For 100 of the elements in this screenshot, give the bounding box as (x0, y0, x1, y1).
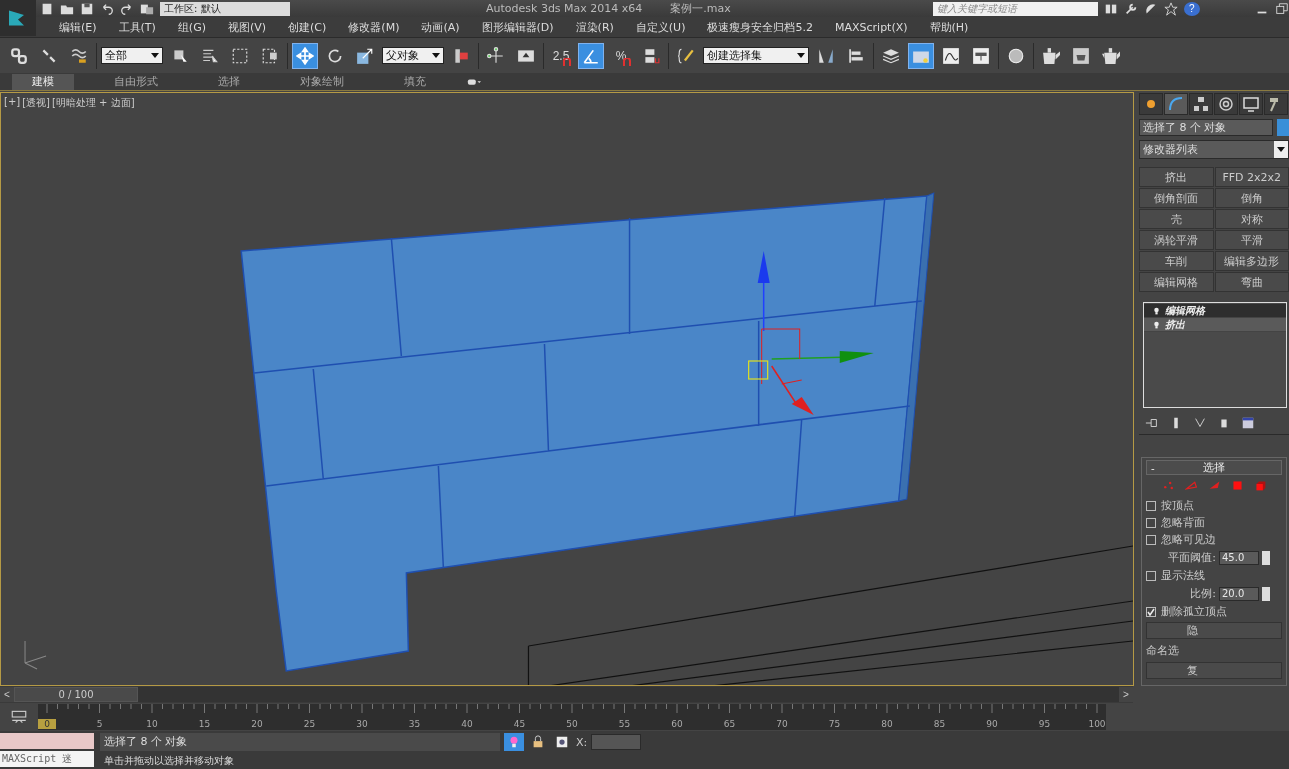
spinner-arrows[interactable] (1262, 550, 1270, 565)
modifier-button[interactable]: FFD 2x2x2 (1214, 167, 1289, 187)
track-bar[interactable]: 0 5 10 15 20 25 30 35 40 45 50 55 60 65 70 75 80 85 90 95 100 (38, 704, 1106, 730)
checkbox-option[interactable]: 显示法线 (1146, 569, 1282, 582)
frame-number: 15 (197, 719, 212, 729)
workspace-dropdown[interactable]: 工作区: 默认 (160, 1, 290, 16)
copy-button[interactable]: 复 (1146, 662, 1282, 679)
dropdown-field[interactable]: 全部 (101, 47, 163, 64)
panel-tab[interactable] (1139, 93, 1163, 115)
modifier-button[interactable]: 平滑 (1214, 230, 1289, 250)
checkbox[interactable] (1146, 606, 1156, 617)
panel-tab[interactable] (1189, 93, 1213, 115)
modifier-button[interactable]: 编辑多边形 (1214, 251, 1289, 271)
checkbox[interactable] (1146, 500, 1156, 511)
dropdown-field[interactable]: 父对象 (382, 47, 444, 64)
ribbon-tab[interactable]: 自由形式 (94, 73, 178, 90)
wrench-icon[interactable] (1123, 1, 1138, 16)
spinner-field[interactable]: 45.0 (1219, 550, 1259, 565)
lock-icon (531, 735, 545, 749)
checkbox-option[interactable]: 忽略可见边 (1146, 533, 1282, 546)
object-color-swatch[interactable] (1277, 119, 1289, 136)
menu-item[interactable]: 渲染(R) (564, 19, 625, 35)
checkbox-option[interactable]: 删除孤立顶点 (1146, 605, 1282, 618)
modifier-button[interactable]: 倒角 (1214, 188, 1289, 208)
polygon-icon[interactable] (1230, 479, 1244, 492)
modifier-button[interactable]: 挤出 (1139, 167, 1214, 187)
make-unique-icon[interactable] (1193, 416, 1207, 430)
configure-sets-icon[interactable] (1241, 416, 1255, 430)
save-icon[interactable] (80, 1, 94, 16)
bulb-icon[interactable] (1152, 305, 1161, 316)
spinner-arrows[interactable] (1262, 586, 1270, 601)
modifier-button[interactable]: 弯曲 (1214, 272, 1289, 292)
stack-item[interactable]: 挤出 (1144, 318, 1286, 332)
menu-item[interactable]: 图形编辑器(D) (470, 19, 565, 35)
modifier-button[interactable]: 对称 (1214, 209, 1289, 229)
stack-item[interactable]: 编辑网格 (1144, 304, 1286, 318)
modifier-button[interactable]: 车削 (1139, 251, 1214, 271)
frame-number: 50 (565, 719, 579, 729)
menu-item[interactable]: 帮助(H) (918, 19, 980, 35)
bulb-icon[interactable] (1152, 319, 1161, 330)
modifier-button[interactable]: 涡轮平滑 (1139, 230, 1214, 250)
modifier-button[interactable]: 编辑网格 (1139, 272, 1214, 292)
checkbox[interactable] (1146, 570, 1156, 581)
modifier-button[interactable]: 倒角剖面 (1139, 188, 1214, 208)
checkbox[interactable] (1146, 517, 1156, 528)
crosshair-icon (555, 735, 569, 749)
time-slider-track[interactable]: 0 / 100 (14, 687, 1119, 702)
next-frame-button[interactable]: > (1119, 687, 1133, 702)
panel-tab[interactable] (1214, 93, 1238, 115)
selection-lock-toggle[interactable] (504, 733, 524, 751)
panel-tab[interactable] (1239, 93, 1263, 115)
curve-editor-toggle-icon[interactable] (10, 708, 28, 726)
panel-tab[interactable] (1264, 93, 1288, 115)
perspective-viewport[interactable]: [+] [透视] [明暗处理 + 边面] (0, 92, 1134, 686)
viewport-label[interactable]: [明暗处理 + 边面] (52, 96, 135, 110)
star-icon[interactable] (1163, 1, 1178, 16)
dropdown-field[interactable]: 创建选择集 (703, 47, 809, 64)
ribbon-tab[interactable]: 建模 (12, 73, 74, 90)
viewport-label[interactable]: [透视] (22, 96, 50, 110)
menu-item[interactable]: 编辑(E) (48, 19, 108, 35)
checkbox-option[interactable]: 忽略背面 (1146, 516, 1282, 529)
undo-icon[interactable] (100, 1, 114, 16)
menu-item[interactable]: 创建(C) (277, 19, 338, 35)
menu-item[interactable]: 自定义(U) (624, 19, 697, 35)
listener-output-field[interactable]: MAXScript 迷 (0, 751, 94, 767)
restore-icon[interactable] (1275, 1, 1289, 16)
spinner-field[interactable]: 20.0 (1219, 586, 1259, 601)
listener-input-field[interactable] (0, 733, 94, 749)
pin-icon[interactable] (1145, 416, 1159, 430)
menu-item[interactable]: MAXScript(X) (823, 20, 919, 34)
new-file-icon[interactable] (40, 1, 54, 16)
menu-item[interactable]: 极速瘦身安全归档5.2 (696, 19, 824, 35)
checkbox-option[interactable]: 按顶点 (1146, 499, 1282, 512)
menu-item[interactable]: 修改器(M) (337, 19, 411, 35)
viewport-label[interactable]: [+] (4, 96, 21, 110)
checkbox[interactable] (1146, 534, 1156, 545)
toolbar-button[interactable] (578, 42, 604, 69)
toolbar-button[interactable] (292, 42, 318, 69)
toolbar-button[interactable] (908, 42, 934, 69)
redo-icon[interactable] (120, 1, 134, 16)
rollout-header[interactable]: - 选择 (1146, 460, 1282, 475)
menu-item[interactable]: 组(G) (166, 19, 217, 35)
object-name-field[interactable]: 选择了 8 个 对象 (1139, 119, 1273, 136)
modifier-button[interactable]: 壳 (1139, 209, 1214, 229)
x-coordinate-field[interactable] (591, 734, 642, 750)
menu-item[interactable]: 视图(V) (216, 19, 278, 35)
help-button[interactable]: ? (1183, 1, 1200, 16)
element-icon[interactable] (1253, 479, 1267, 492)
previous-frame-button[interactable]: < (0, 687, 14, 702)
ribbon-tab[interactable]: 选择 (198, 73, 260, 90)
hide-button[interactable]: 隐 (1146, 622, 1282, 639)
search-field[interactable]: 键入关键字或短语 (932, 1, 1098, 16)
ribbon-tab[interactable]: 填充 (384, 73, 446, 90)
modifier-list-dropdown[interactable]: 修改器列表 (1139, 140, 1289, 159)
menu-item[interactable]: 工具(T) (107, 19, 167, 35)
app-logo[interactable] (0, 0, 36, 36)
panel-tab[interactable] (1164, 93, 1188, 115)
ribbon-tab[interactable]: 对象绘制 (280, 73, 364, 90)
menu-item[interactable]: 动画(A) (410, 19, 471, 35)
time-slider-thumb[interactable]: 0 / 100 (14, 687, 138, 702)
